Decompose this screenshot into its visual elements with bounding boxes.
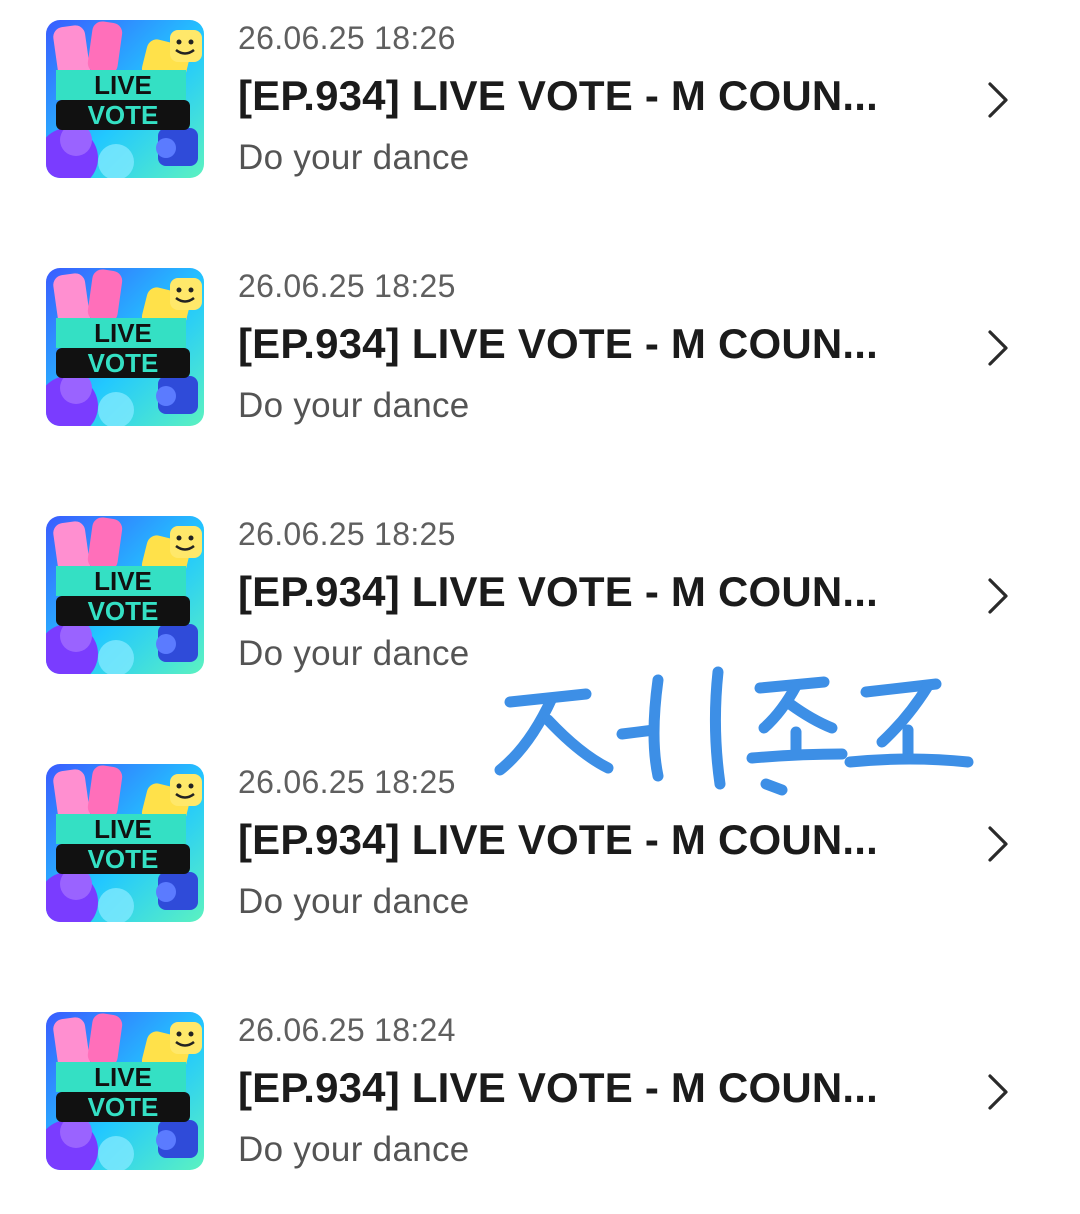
live-vote-thumbnail: LIVE VOTE — [46, 1012, 204, 1170]
chevron-right-icon — [988, 330, 1008, 366]
list-item[interactable]: LIVE VOTE 26.06.25 18:25 [EP.934] LIVE V… — [0, 496, 1080, 696]
chevron-right-icon — [988, 826, 1008, 862]
thumb-label-live: LIVE — [94, 318, 152, 348]
item-date: 26.06.25 18:25 — [238, 764, 456, 800]
thumb-label-vote: VOTE — [88, 596, 159, 626]
live-vote-thumbnail: LIVE VOTE — [46, 764, 204, 922]
chevron-right-icon — [988, 1074, 1008, 1110]
item-title: [EP.934] LIVE VOTE - M COUN... — [238, 72, 879, 119]
chevron-right-icon — [988, 82, 1008, 118]
thumb-label-vote: VOTE — [88, 1092, 159, 1122]
item-subtitle: Do your dance — [238, 138, 470, 177]
thumb-label-vote: VOTE — [88, 844, 159, 874]
list-item[interactable]: LIVE VOTE 26.06.25 18:26 [EP.934] LIVE V… — [0, 0, 1080, 200]
item-title: [EP.934] LIVE VOTE - M COUN... — [238, 568, 879, 615]
item-subtitle: Do your dance — [238, 634, 470, 673]
list-item[interactable]: LIVE VOTE 26.06.25 18:25 [EP.934] LIVE V… — [0, 744, 1080, 944]
thumb-label-live: LIVE — [94, 566, 152, 596]
thumb-label-live: LIVE — [94, 70, 152, 100]
item-subtitle: Do your dance — [238, 1130, 470, 1169]
list-item[interactable]: LIVE VOTE 26.06.25 18:24 [EP.934] LIVE V… — [0, 992, 1080, 1192]
vote-history-list: LIVE VOTE 26.06.25 18:26 [EP.934] LIVE V… — [0, 0, 1080, 1214]
live-vote-thumbnail: LIVE VOTE — [46, 20, 204, 178]
item-subtitle: Do your dance — [238, 882, 470, 921]
thumb-label-vote: VOTE — [88, 100, 159, 130]
item-date: 26.06.25 18:25 — [238, 516, 456, 552]
thumb-label-live: LIVE — [94, 814, 152, 844]
list-item[interactable]: LIVE VOTE 26.06.25 18:25 [EP.934] LIVE V… — [0, 248, 1080, 448]
item-date: 26.06.25 18:24 — [238, 1012, 456, 1048]
item-title: [EP.934] LIVE VOTE - M COUN... — [238, 1064, 879, 1111]
item-title: [EP.934] LIVE VOTE - M COUN... — [238, 816, 879, 863]
thumb-label-live: LIVE — [94, 1062, 152, 1092]
live-vote-thumbnail: LIVE VOTE — [46, 268, 204, 426]
thumb-label-vote: VOTE — [88, 348, 159, 378]
item-date: 26.06.25 18:26 — [238, 20, 456, 56]
chevron-right-icon — [988, 578, 1008, 614]
item-title: [EP.934] LIVE VOTE - M COUN... — [238, 320, 879, 367]
live-vote-thumbnail: LIVE VOTE — [46, 516, 204, 674]
item-date: 26.06.25 18:25 — [238, 268, 456, 304]
item-subtitle: Do your dance — [238, 386, 470, 425]
